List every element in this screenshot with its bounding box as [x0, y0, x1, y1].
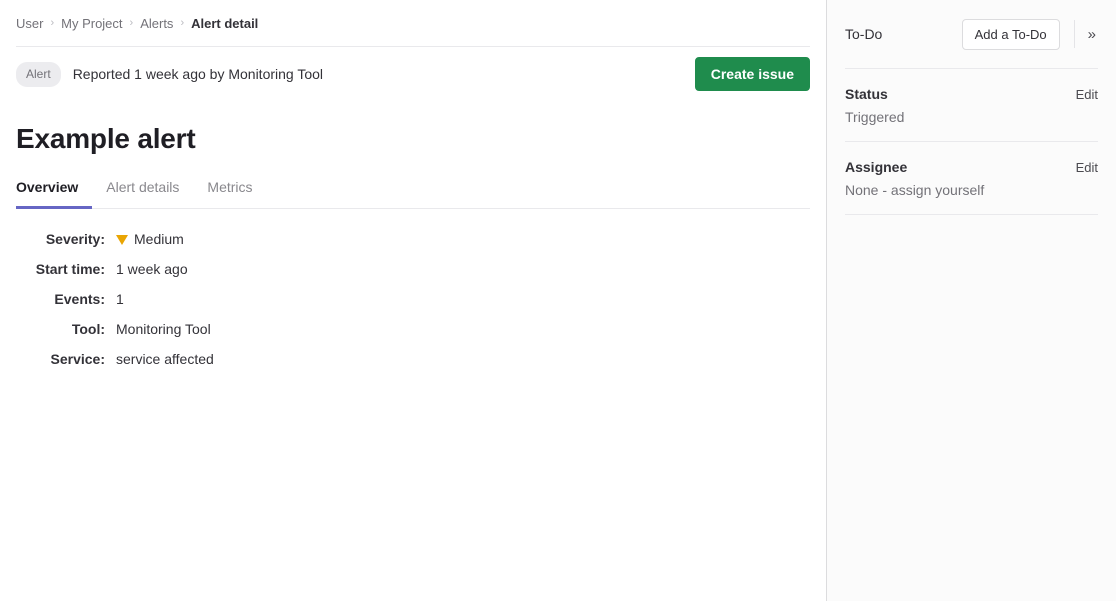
breadcrumb: User › My Project › Alerts › Alert detai…	[16, 0, 810, 46]
tab-overview[interactable]: Overview	[16, 173, 92, 209]
breadcrumb-separator-icon: ›	[180, 18, 184, 29]
create-issue-button[interactable]: Create issue	[695, 57, 810, 91]
severity-medium-triangle-icon	[116, 235, 128, 245]
right-sidebar: To-Do Add a To-Do » Status Edit Triggere…	[826, 0, 1116, 601]
alert-summary-left: Alert Reported 1 week ago by Monitoring …	[16, 62, 323, 87]
detail-label-service: Service:	[16, 351, 105, 367]
breadcrumb-separator-icon: ›	[130, 18, 134, 29]
detail-value-service: service affected	[116, 351, 214, 367]
sidebar-status-header: Status Edit	[845, 86, 1098, 102]
tab-metrics[interactable]: Metrics	[193, 173, 266, 209]
page-title: Example alert	[16, 123, 810, 155]
sidebar-status-value: Triggered	[845, 109, 1098, 125]
todo-actions: Add a To-Do »	[962, 19, 1098, 50]
alert-detail-page: User › My Project › Alerts › Alert detai…	[0, 0, 1116, 601]
detail-row-severity: Severity: Medium	[16, 231, 810, 247]
breadcrumb-item-my-project[interactable]: My Project	[61, 16, 122, 31]
status-badge: Alert	[16, 62, 61, 87]
detail-label-severity: Severity:	[16, 231, 105, 247]
sidebar-assignee-value[interactable]: None - assign yourself	[845, 182, 1098, 198]
sidebar-vertical-divider	[1074, 20, 1075, 48]
detail-value-severity: Medium	[116, 231, 184, 247]
sidebar-assignee-header: Assignee Edit	[845, 159, 1098, 175]
add-todo-button[interactable]: Add a To-Do	[962, 19, 1060, 50]
todo-label: To-Do	[845, 26, 882, 42]
detail-value-events: 1	[116, 291, 124, 307]
sidebar-divider	[845, 214, 1098, 215]
alert-details-list: Severity: Medium Start time: 1 week ago …	[16, 231, 810, 367]
sidebar-status-title: Status	[845, 86, 888, 102]
breadcrumb-separator-icon: ›	[50, 18, 54, 29]
breadcrumb-item-alerts[interactable]: Alerts	[140, 16, 173, 31]
detail-row-events: Events: 1	[16, 291, 810, 307]
detail-label-start-time: Start time:	[16, 261, 105, 277]
sidebar-assignee-title: Assignee	[845, 159, 907, 175]
detail-row-start-time: Start time: 1 week ago	[16, 261, 810, 277]
breadcrumb-item-alert-detail: Alert detail	[191, 16, 258, 31]
detail-label-tool: Tool:	[16, 321, 105, 337]
sidebar-section-assignee: Assignee Edit None - assign yourself	[845, 142, 1098, 214]
detail-value-tool: Monitoring Tool	[116, 321, 211, 337]
breadcrumb-item-user[interactable]: User	[16, 16, 43, 31]
sidebar-section-status: Status Edit Triggered	[845, 69, 1098, 141]
detail-row-tool: Tool: Monitoring Tool	[16, 321, 810, 337]
detail-value-start-time: 1 week ago	[116, 261, 188, 277]
tab-alert-details[interactable]: Alert details	[92, 173, 193, 209]
detail-row-service: Service: service affected	[16, 351, 810, 367]
alert-summary-row: Alert Reported 1 week ago by Monitoring …	[16, 47, 810, 101]
reported-text: Reported 1 week ago by Monitoring Tool	[73, 66, 323, 82]
todo-row: To-Do Add a To-Do »	[845, 0, 1098, 68]
main-content: User › My Project › Alerts › Alert detai…	[0, 0, 826, 601]
tab-bar: Overview Alert details Metrics	[16, 173, 810, 209]
detail-value-severity-text: Medium	[134, 231, 184, 247]
collapse-sidebar-chevron-icon[interactable]: »	[1086, 25, 1098, 44]
edit-assignee-button[interactable]: Edit	[1076, 160, 1098, 175]
edit-status-button[interactable]: Edit	[1076, 87, 1098, 102]
detail-label-events: Events:	[16, 291, 105, 307]
